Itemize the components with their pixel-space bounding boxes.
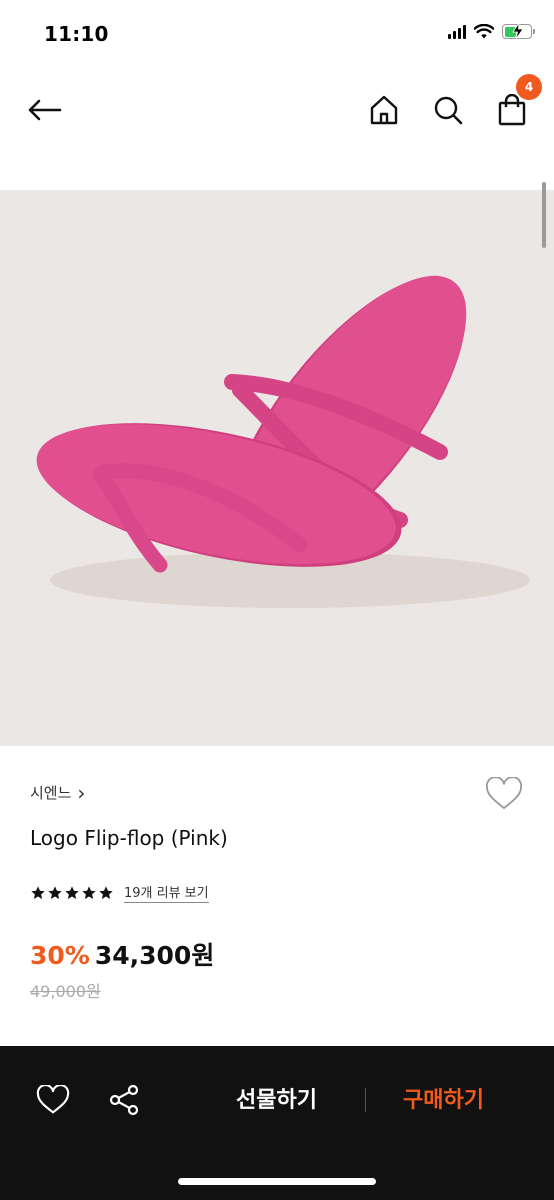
rating-row: 19개 리뷰 보기 xyxy=(30,882,209,903)
star-icon xyxy=(65,885,79,899)
pink-flip-flops-illustration xyxy=(36,275,530,608)
back-arrow-icon xyxy=(28,99,62,121)
status-bar: 11:10 xyxy=(0,0,554,66)
star-icon xyxy=(48,885,62,899)
product-info: 시엔느 › Logo Flip-flop (Pink) 19개 리뷰 보기 30… xyxy=(0,746,554,1046)
share-icon xyxy=(109,1084,139,1116)
search-icon xyxy=(434,96,463,125)
nav-actions: 4 xyxy=(364,74,542,130)
home-icon xyxy=(370,95,398,125)
like-button[interactable] xyxy=(31,1078,75,1122)
wifi-icon xyxy=(474,24,494,39)
home-button[interactable] xyxy=(364,90,404,130)
back-button[interactable] xyxy=(24,90,64,130)
status-icons xyxy=(448,23,535,39)
review-link[interactable]: 19개 리뷰 보기 xyxy=(124,882,209,903)
status-time: 11:10 xyxy=(44,22,109,46)
original-price: 49,000원 xyxy=(30,982,101,1001)
heart-icon xyxy=(36,1085,70,1114)
heart-icon xyxy=(485,777,523,809)
cart-button[interactable]: 4 xyxy=(492,74,542,130)
brand-link[interactable]: 시엔느 › xyxy=(30,782,85,803)
search-button[interactable] xyxy=(428,90,468,130)
chevron-right-icon: › xyxy=(77,780,86,805)
gift-button[interactable]: 선물하기 xyxy=(236,1082,317,1114)
buy-button[interactable]: 구매하기 xyxy=(403,1082,484,1114)
home-indicator[interactable] xyxy=(178,1178,376,1185)
star-icon xyxy=(82,885,96,899)
brand-name: 시엔느 xyxy=(30,784,72,802)
divider xyxy=(365,1088,366,1112)
wishlist-button[interactable] xyxy=(484,774,524,814)
star-rating xyxy=(30,885,114,901)
share-button[interactable] xyxy=(102,1078,146,1122)
shopping-bag-icon xyxy=(498,94,526,126)
battery-icon xyxy=(502,23,535,39)
cart-count-badge: 4 xyxy=(516,74,542,100)
star-icon xyxy=(31,885,45,899)
bottom-action-bar: 선물하기 구매하기 xyxy=(0,1046,554,1200)
product-name: Logo Flip-flop (Pink) xyxy=(30,826,228,850)
price-row: 30% 34,300원 xyxy=(30,936,214,972)
star-icon xyxy=(99,885,113,899)
cellular-signal-icon xyxy=(448,24,466,39)
top-nav: 4 xyxy=(0,66,554,152)
scroll-indicator[interactable] xyxy=(542,182,546,248)
product-image[interactable] xyxy=(0,190,554,746)
sale-price: 34,300원 xyxy=(94,941,215,970)
discount-rate: 30% xyxy=(30,941,90,970)
